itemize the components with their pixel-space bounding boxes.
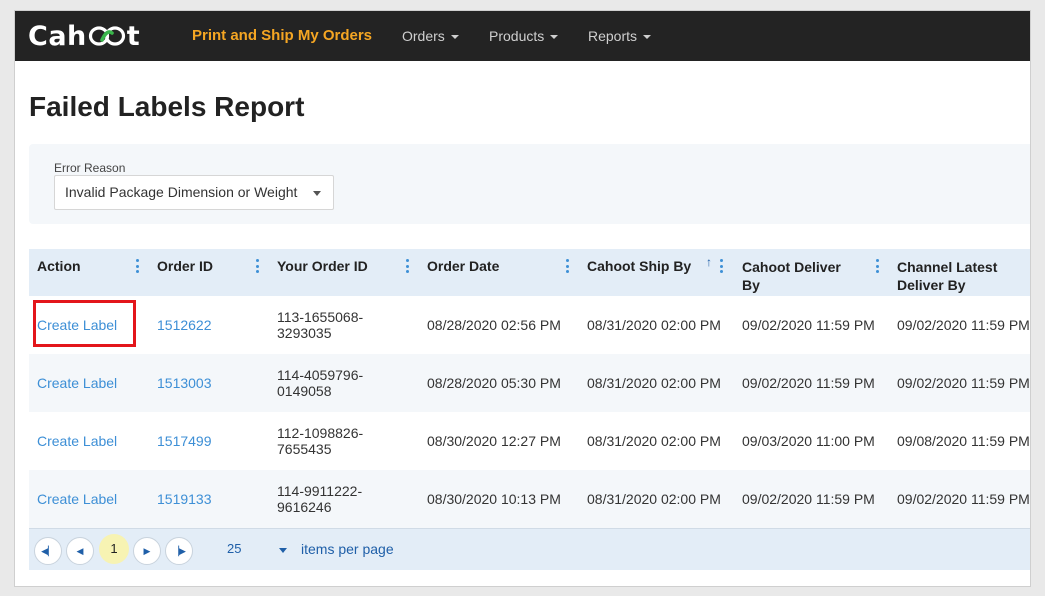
nav-print-and-ship[interactable]: Print and Ship My Orders: [192, 11, 372, 61]
nav-products-menu[interactable]: Products: [489, 11, 559, 61]
chevron-down-icon: [550, 35, 559, 40]
chevron-down-icon: [450, 35, 459, 40]
column-header-label: Order Date: [427, 258, 500, 274]
column-header-cahoot-ship-by[interactable]: Cahoot Ship By: [587, 249, 717, 296]
nav-reports-label: Reports: [588, 28, 638, 44]
last-page-icon[interactable]: ▕▶: [165, 537, 193, 565]
current-page-button[interactable]: 1: [99, 534, 129, 564]
cahoot-ship-by: 08/31/2020 02:00 PM: [587, 433, 721, 449]
table-row: Create Label 1513003 114-4059796- 0149058…: [29, 354, 1030, 412]
page-title: Failed Labels Report: [29, 91, 305, 122]
channel-latest-deliver-by: 09/02/2020 11:59 PM: [897, 375, 1030, 391]
column-menu-icon[interactable]: [136, 259, 140, 275]
chevron-down-icon[interactable]: [279, 548, 287, 553]
order-date: 08/30/2020 12:27 PM: [427, 433, 561, 449]
nav-orders-menu[interactable]: Orders: [402, 11, 459, 61]
app-window: Cah t Print and Ship My Orders Orders Pr…: [14, 10, 1031, 587]
order-date: 08/28/2020 05:30 PM: [427, 375, 561, 391]
logo-text-right: t: [126, 20, 141, 52]
cahoot-deliver-by: 09/02/2020 11:59 PM: [742, 491, 875, 507]
column-header-label: Your Order ID: [277, 258, 368, 274]
column-header-cahoot-deliver-by[interactable]: Cahoot Deliver By: [742, 249, 872, 296]
cahoot-deliver-by: 09/02/2020 11:59 PM: [742, 317, 875, 333]
your-order-id: 114-4059796- 0149058: [277, 367, 364, 399]
column-menu-icon[interactable]: [876, 259, 880, 275]
cahoot-deliver-by: 09/02/2020 11:59 PM: [742, 375, 875, 391]
cahoot-logo[interactable]: Cah t: [28, 20, 140, 52]
chevron-down-icon: [313, 191, 321, 196]
order-id-link[interactable]: 1512622: [157, 296, 212, 354]
column-header-order-date[interactable]: Order Date: [427, 249, 577, 296]
filter-panel: Error Reason Invalid Package Dimension o…: [29, 144, 1030, 224]
first-page-icon[interactable]: ◀▏: [34, 537, 62, 565]
column-menu-icon[interactable]: [256, 259, 260, 275]
nav-reports-menu[interactable]: Reports: [588, 11, 652, 61]
your-order-id: 112-1098826- 7655435: [277, 425, 364, 457]
sort-ascending-icon[interactable]: ↑: [706, 255, 712, 269]
next-page-icon[interactable]: ▶: [133, 537, 161, 565]
order-id-link[interactable]: 1513003: [157, 354, 212, 412]
create-label-link[interactable]: Create Label: [37, 470, 117, 528]
error-reason-selected-value: Invalid Package Dimension or Weight: [65, 184, 298, 200]
order-id-link[interactable]: 1517499: [157, 412, 212, 470]
chevron-down-icon: [643, 35, 652, 40]
channel-latest-deliver-by: 09/02/2020 11:59 PM: [897, 317, 1030, 333]
channel-latest-deliver-by: 09/08/2020 11:59 PM: [897, 433, 1030, 449]
highlight-annotation: [33, 300, 136, 347]
table-row: Create Label 1519133 114-9911222- 9616246…: [29, 470, 1030, 528]
table-row: Create Label 1512622 113-1655068- 3293035…: [29, 296, 1030, 354]
nav-orders-label: Orders: [402, 28, 445, 44]
order-date: 08/30/2020 10:13 PM: [427, 491, 561, 507]
column-header-label: Channel Latest Deliver By: [897, 259, 998, 293]
column-header-action[interactable]: Action: [37, 249, 147, 296]
items-per-page-label: items per page: [301, 541, 394, 557]
column-header-label: Cahoot Deliver By: [742, 259, 841, 293]
table-row: Create Label 1517499 112-1098826- 7655435…: [29, 412, 1030, 470]
create-label-link[interactable]: Create Label: [33, 296, 136, 354]
error-reason-dropdown[interactable]: Invalid Package Dimension or Weight: [54, 175, 334, 210]
column-menu-icon[interactable]: [720, 259, 724, 275]
channel-latest-deliver-by: 09/02/2020 11:59 PM: [897, 491, 1030, 507]
logo-link-icon: [88, 25, 126, 47]
column-menu-icon[interactable]: [406, 259, 410, 275]
column-header-label: Action: [37, 258, 81, 274]
page-size-dropdown[interactable]: 25: [227, 541, 241, 556]
order-date: 08/28/2020 02:56 PM: [427, 317, 561, 333]
column-header-your-order-id[interactable]: Your Order ID: [277, 249, 407, 296]
cahoot-ship-by: 08/31/2020 02:00 PM: [587, 375, 721, 391]
top-navbar: Cah t Print and Ship My Orders Orders Pr…: [15, 11, 1030, 61]
column-menu-icon[interactable]: [566, 259, 570, 275]
cahoot-ship-by: 08/31/2020 02:00 PM: [587, 491, 721, 507]
column-header-order-id[interactable]: Order ID: [157, 249, 267, 296]
logo-text-left: Cah: [28, 20, 87, 52]
nav-products-label: Products: [489, 28, 545, 44]
column-header-channel-latest-deliver-by[interactable]: Channel Latest Deliver By: [897, 249, 1027, 296]
error-reason-label: Error Reason: [54, 161, 126, 175]
cahoot-ship-by: 08/31/2020 02:00 PM: [587, 317, 721, 333]
column-header-label: Order ID: [157, 258, 214, 274]
table-header: Action Order ID Your Order ID Order Date…: [29, 249, 1030, 296]
your-order-id: 114-9911222- 9616246: [277, 483, 363, 515]
your-order-id: 113-1655068- 3293035: [277, 309, 364, 341]
table-pager: ◀▏ ◀ 1 ▶ ▕▶ 25 items per page: [29, 528, 1030, 570]
create-label-link[interactable]: Create Label: [37, 354, 117, 412]
column-header-label: Cahoot Ship By: [587, 258, 692, 274]
create-label-link[interactable]: Create Label: [37, 412, 117, 470]
previous-page-icon[interactable]: ◀: [66, 537, 94, 565]
order-id-link[interactable]: 1519133: [157, 470, 212, 528]
nav-print-and-ship-label: Print and Ship My Orders: [192, 27, 373, 44]
cahoot-deliver-by: 09/03/2020 11:00 PM: [742, 433, 875, 449]
